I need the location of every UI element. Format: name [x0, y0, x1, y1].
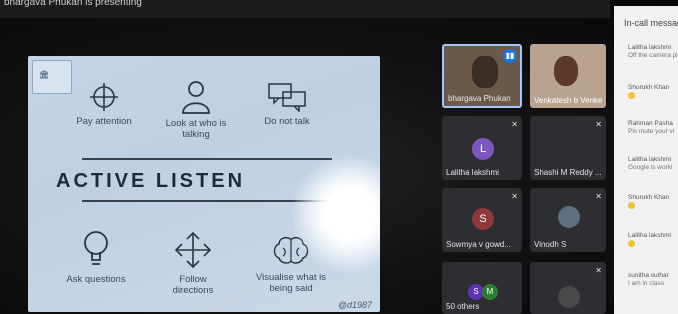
slide-title: ACTIVE LISTEN [56, 170, 246, 192]
slide-item-label: Ask questions [66, 274, 126, 285]
slide-logo: 🏛 [32, 60, 72, 94]
avatar: M [482, 284, 498, 300]
screen-glare [290, 154, 380, 274]
slide-item-label: Look at who is talking [165, 118, 227, 140]
participant-tile[interactable]: ✕ Vinodh S [530, 188, 606, 252]
participant-tile[interactable]: Venkatesh b Venke... [530, 44, 606, 108]
lightbulb-icon [84, 231, 108, 265]
chat-panel[interactable]: In-call messages Lalitha lakshmi Off the… [614, 6, 678, 314]
mic-off-icon: ✕ [511, 192, 518, 201]
logo-glyph: 🏛 [39, 70, 50, 79]
speech-bubbles-icon [268, 83, 306, 112]
avatar: S [472, 208, 494, 230]
slide-item-follow-directions: Follow directions [162, 230, 224, 296]
chat-message: Shurukh Khan [628, 194, 678, 210]
slide-item-label: Pay attention [76, 116, 132, 127]
participant-tile[interactable]: ✕ Shashi M Reddy ... [530, 116, 606, 180]
video-feed [472, 56, 498, 88]
slide-item-look-at-speaker: Look at who is talking [156, 80, 236, 140]
chat-title: In-call messages [624, 18, 678, 28]
chat-message: Shurukh Khan [628, 84, 678, 100]
chat-message: Lalitha lakshmi [628, 232, 678, 248]
video-feed [554, 56, 578, 86]
chat-message: Lalitha lakshmi Google is worki [628, 156, 673, 171]
participant-tile[interactable]: ✕ L Lalitha lakshmi [442, 116, 522, 180]
participant-tile[interactable]: ✕ S Sowmya v gowd... [442, 188, 522, 252]
crosshair-icon [90, 83, 118, 111]
chat-message: Rahman Pasha Pls mute your vi [628, 120, 675, 135]
presented-slide: 🏛 Pay attention Look at who is talking D… [28, 56, 380, 312]
presenting-label: bhargava Phukan is presenting [4, 0, 142, 8]
mic-off-icon: ✕ [595, 192, 602, 201]
participant-name: Venkatesh b Venke... [534, 96, 603, 105]
person-icon [182, 81, 210, 114]
slide-watermark: @d1987 [337, 300, 372, 310]
slide-item-do-not-talk: Do not talk [252, 82, 322, 127]
move-arrows-icon [174, 231, 212, 269]
mic-off-icon: ✕ [595, 120, 602, 129]
slide-item-pay-attention: Pay attention [68, 82, 140, 127]
participant-name: Sowmya v gowd... [446, 240, 511, 249]
chat-message: sunitha suthar I am in class [628, 272, 669, 287]
emoji-icon [628, 92, 635, 99]
mic-off-icon: ✕ [595, 266, 602, 275]
participant-tile[interactable]: ▮▮ bhargava Phukan [442, 44, 522, 108]
participant-tile[interactable]: ✕ [530, 262, 606, 314]
avatar: L [472, 138, 494, 160]
slide-item-label: Follow directions [172, 274, 214, 296]
slide-item-label: Do not talk [264, 116, 310, 127]
presenting-bar: bhargava Phukan is presenting [0, 0, 610, 18]
avatar [558, 206, 580, 228]
participant-name: 50 others [446, 302, 480, 311]
mic-off-icon: ✕ [511, 120, 518, 129]
participant-name: Lalitha lakshmi [446, 168, 499, 177]
emoji-icon [628, 240, 635, 247]
emoji-icon [628, 202, 635, 209]
participant-name: bhargava Phukan [448, 94, 511, 103]
slide-item-label: Visualise what is being said [255, 272, 327, 294]
meeting-screen: bhargava Phukan is presenting 🏛 Pay atte… [0, 0, 678, 314]
chat-message: Lalitha lakshmi Off the camera pl [628, 44, 678, 59]
avatar [558, 286, 580, 308]
slide-item-ask-questions: Ask questions [56, 230, 136, 285]
participant-name: Shashi M Reddy ... [534, 168, 602, 177]
participant-name: Vinodh S [534, 240, 567, 249]
participant-tile-others[interactable]: S M 50 others [442, 262, 522, 314]
speaking-indicator-icon: ▮▮ [503, 49, 517, 63]
